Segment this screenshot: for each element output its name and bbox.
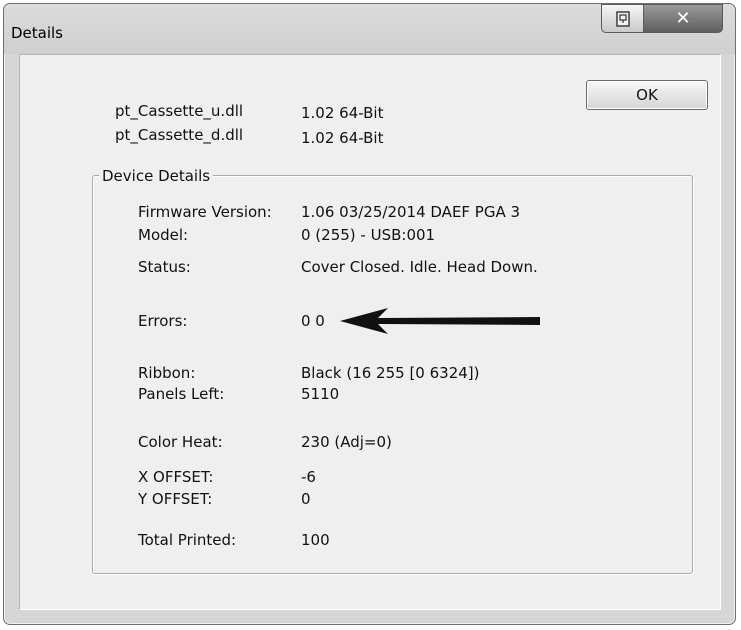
panels-left-value: 5110 bbox=[301, 385, 340, 403]
window-title: Details bbox=[11, 24, 64, 42]
errors-label: Errors: bbox=[138, 312, 188, 330]
ribbon-value: Black (16 255 [0 6324]) bbox=[301, 364, 480, 382]
left-arrow-icon bbox=[340, 308, 540, 334]
close-button[interactable]: ✕ bbox=[643, 4, 723, 33]
x-offset-value: -6 bbox=[301, 468, 316, 486]
device-details-legend: Device Details bbox=[99, 166, 214, 186]
panels-left-label: Panels Left: bbox=[138, 385, 225, 403]
status-value: Cover Closed. Idle. Head Down. bbox=[301, 258, 538, 276]
context-help-icon bbox=[615, 10, 630, 27]
color-heat-value: 230 (Adj=0) bbox=[301, 433, 392, 451]
help-button[interactable] bbox=[601, 4, 644, 33]
x-offset-label: X OFFSET: bbox=[138, 468, 214, 486]
firmware-version-value: 1.06 03/25/2014 DAEF PGA 3 bbox=[301, 203, 521, 221]
y-offset-value: 0 bbox=[301, 490, 311, 508]
model-label: Model: bbox=[138, 226, 189, 244]
dll-version-d: 1.02 64-Bit bbox=[301, 129, 384, 147]
title-bar[interactable]: Details ✕ bbox=[4, 4, 735, 54]
status-label: Status: bbox=[138, 258, 191, 276]
y-offset-label: Y OFFSET: bbox=[138, 490, 213, 508]
ok-button[interactable]: OK bbox=[586, 80, 708, 110]
dll-name-d: pt_Cassette_d.dll bbox=[115, 126, 244, 144]
firmware-version-label: Firmware Version: bbox=[138, 203, 272, 221]
ribbon-label: Ribbon: bbox=[138, 364, 196, 382]
close-icon: ✕ bbox=[675, 7, 691, 29]
color-heat-label: Color Heat: bbox=[138, 433, 223, 451]
total-printed-value: 100 bbox=[301, 531, 330, 549]
total-printed-label: Total Printed: bbox=[138, 531, 237, 549]
dll-name-u: pt_Cassette_u.dll bbox=[115, 102, 244, 120]
dll-version-u: 1.02 64-Bit bbox=[301, 104, 384, 122]
errors-value: 0 0 bbox=[301, 312, 325, 330]
model-value: 0 (255) - USB:001 bbox=[301, 226, 436, 244]
